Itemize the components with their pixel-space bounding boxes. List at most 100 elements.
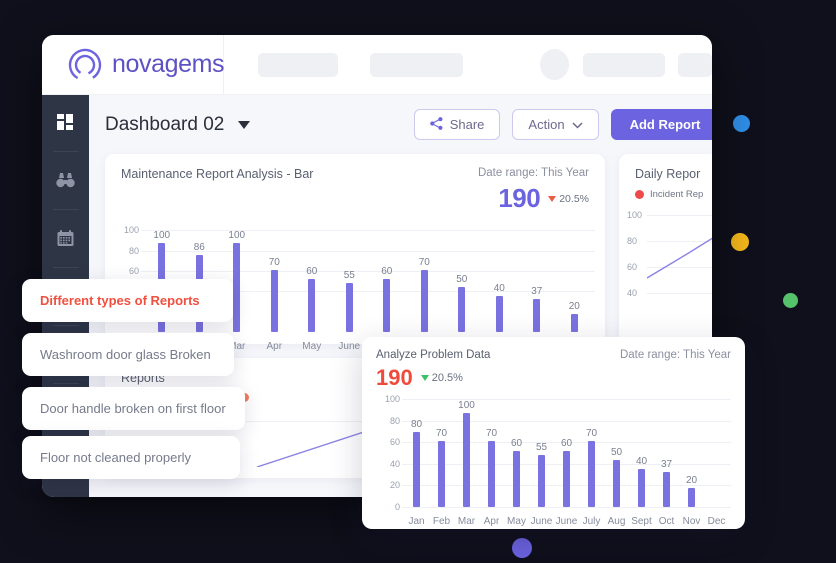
bar-column[interactable]: 70 [256, 220, 294, 332]
bar-column[interactable]: 50 [443, 220, 481, 332]
bar-column[interactable]: 60 [554, 399, 579, 507]
share-button-label: Share [449, 117, 485, 132]
popup-kpi-row: 190 20.5% [376, 365, 731, 391]
sidebar-divider [52, 383, 79, 384]
bar-column[interactable]: 60 [368, 220, 406, 332]
bar-column[interactable]: 60 [504, 399, 529, 507]
bar-column[interactable]: 70 [429, 399, 454, 507]
screenshot-stage: novagems Dashboard 02 Share Action Add R… [0, 0, 836, 563]
brand-logo[interactable]: novagems [42, 35, 225, 95]
bar-value-label: 20 [685, 475, 698, 487]
bar-column[interactable]: 80 [404, 399, 429, 507]
bar-column[interactable]: 60 [293, 220, 331, 332]
share-button[interactable]: Share [413, 109, 501, 140]
y-tick: 40 [627, 288, 638, 298]
chevron-down-icon[interactable] [238, 120, 251, 129]
bar-column[interactable] [704, 399, 729, 507]
bar [488, 441, 495, 507]
y-tick: 60 [627, 262, 638, 272]
y-tick: 80 [627, 236, 638, 246]
x-tick: Dec [707, 516, 726, 527]
x-tick: Apr [266, 341, 283, 352]
x-tick: June [530, 516, 553, 527]
y-tick: 40 [389, 458, 400, 469]
bar [383, 278, 391, 332]
triangle-down-icon [548, 195, 557, 202]
sidebar-item-dashboard[interactable] [42, 105, 89, 139]
sidebar-item-patrol[interactable] [42, 163, 89, 197]
bar-value-label: 86 [193, 242, 205, 254]
bar [413, 431, 420, 507]
page-header: Dashboard 02 Share Action Add Report [105, 109, 712, 140]
y-tick: 100 [384, 394, 400, 404]
date-range-label[interactable]: Date range: This Year [620, 349, 731, 361]
bar-column[interactable]: 37 [654, 399, 679, 507]
bar-column[interactable]: 100 [454, 399, 479, 507]
bar-column[interactable]: 70 [479, 399, 504, 507]
bar-column[interactable]: 50 [604, 399, 629, 507]
card-header: Daily Repor [619, 154, 712, 181]
x-tick: Mar [457, 516, 476, 527]
bar-column[interactable]: 40 [629, 399, 654, 507]
legend: Incident Rep [619, 181, 712, 200]
bar-value-label: 40 [493, 283, 505, 295]
floating-card-washroom[interactable]: Washroom door glass Broken [22, 333, 234, 376]
floating-card-label: Different types of Reports [40, 293, 200, 308]
y-axis: 0 20 40 60 80 100 [376, 394, 402, 512]
gridline [402, 507, 731, 508]
daily-line-chart: 100 80 60 40 [619, 206, 712, 316]
x-tick: June [555, 516, 578, 527]
card-title: Maintenance Report Analysis - Bar [121, 167, 314, 181]
bar-value-label: 100 [458, 400, 475, 411]
floating-card-label: Floor not cleaned properly [40, 450, 192, 465]
action-button[interactable]: Action [512, 109, 599, 140]
y-tick: 100 [627, 210, 643, 220]
header-placeholder-1 [258, 52, 339, 77]
popup-kpi-delta-label: 20.5% [431, 372, 463, 384]
bar-column[interactable]: 55 [529, 399, 554, 507]
add-report-button[interactable]: Add Report [610, 109, 712, 140]
ring-logo-icon [67, 47, 103, 83]
action-button-label: Action [528, 117, 565, 132]
popup-title: Analyze Problem Data [376, 349, 491, 361]
bar [688, 488, 695, 507]
page-title: Dashboard 02 [105, 113, 225, 135]
popup-header: Analyze Problem Data Date range: This Ye… [376, 349, 731, 361]
y-tick: 80 [389, 415, 400, 426]
bar [438, 441, 445, 507]
bar-column[interactable]: 70 [406, 220, 444, 332]
bar-column[interactable]: 37 [518, 220, 556, 332]
bar [345, 283, 353, 332]
x-tick: Jan [408, 516, 425, 527]
page-actions: Share Action Add Report [413, 109, 712, 140]
sidebar-item-schedule[interactable] [42, 221, 89, 255]
bar-column[interactable]: 70 [579, 399, 604, 507]
bar [613, 460, 620, 507]
bar [463, 413, 470, 507]
chevron-down-icon [572, 117, 583, 132]
bar [533, 299, 541, 332]
bar-column[interactable]: 20 [556, 220, 594, 332]
binoculars-icon [56, 172, 75, 188]
bar-value-label: 70 [435, 428, 448, 440]
dashboard-grid-icon [57, 113, 74, 131]
kpi-delta-label: 20.5% [559, 192, 589, 205]
floating-card-report-types[interactable]: Different types of Reports [22, 279, 233, 322]
bar-value-label: 50 [610, 447, 623, 458]
calendar-icon [57, 229, 74, 247]
floating-card-floor-clean[interactable]: Floor not cleaned properly [22, 436, 240, 479]
x-tick: July [582, 516, 601, 527]
bar-column[interactable]: 20 [679, 399, 704, 507]
bar-column[interactable]: 40 [481, 220, 519, 332]
avatar[interactable] [540, 49, 570, 80]
bar [420, 269, 428, 332]
bar-value-label: 70 [268, 256, 280, 268]
x-tick: Nov [682, 516, 701, 527]
floating-card-door-handle[interactable]: Door handle broken on first floor [22, 387, 245, 430]
card-header: Maintenance Report Analysis - Bar Date r… [105, 154, 605, 181]
date-range-label[interactable]: Date range: This Year [478, 167, 589, 179]
bar-value-label: 60 [381, 265, 393, 277]
header-placeholder-2 [370, 52, 464, 77]
bar [308, 278, 316, 332]
bar-column[interactable]: 55 [331, 220, 369, 332]
